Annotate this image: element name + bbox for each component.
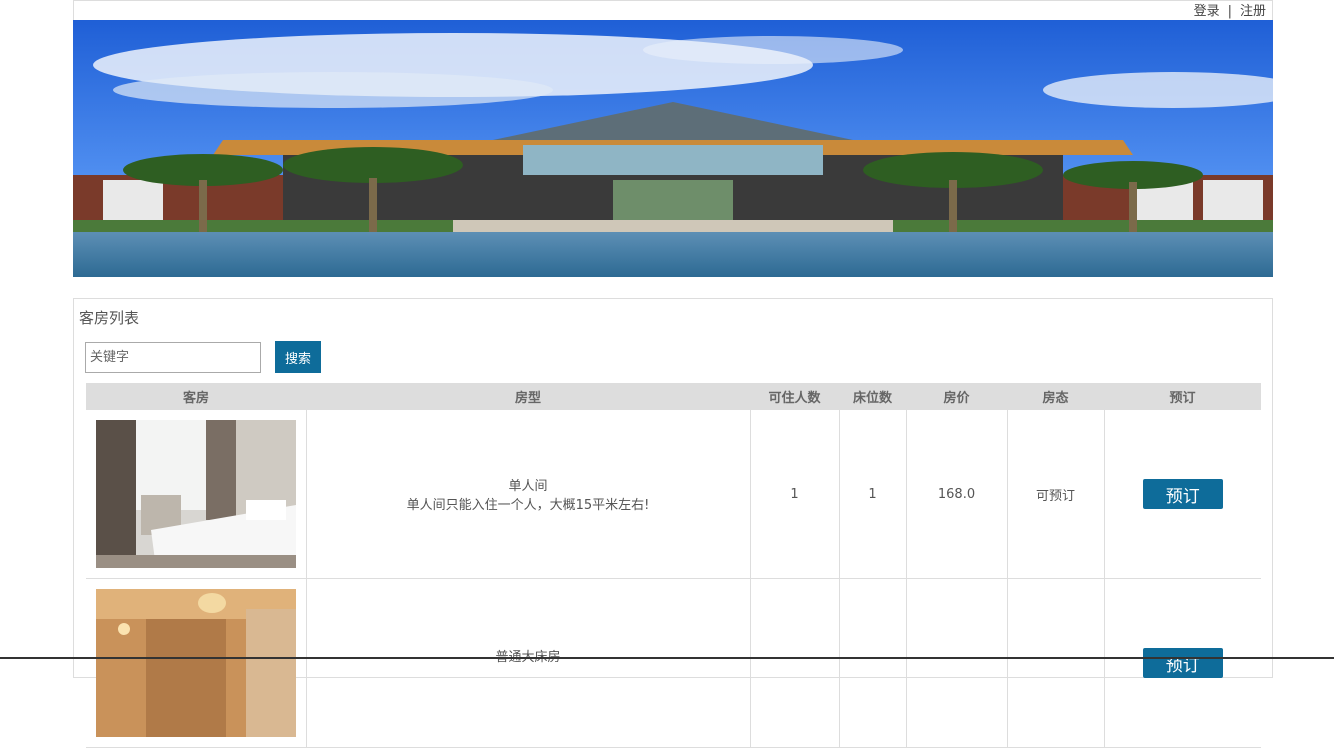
price-cell: 168.0: [905, 410, 1007, 579]
book-button[interactable]: 预订: [1142, 479, 1223, 509]
search-input[interactable]: [85, 342, 261, 373]
room-table: 客房 房型 可住人数 床位数 房价 房态 预订 单人间 单人间只能入住一个人，大…: [86, 383, 1261, 748]
room-image-cell: [86, 410, 306, 579]
search-button[interactable]: 搜索: [275, 341, 321, 373]
header-status: 房态: [1007, 383, 1104, 410]
beds-cell: [838, 578, 906, 748]
capacity-cell: [749, 578, 839, 748]
panel-title: 客房列表: [79, 309, 140, 327]
table-row: 普通大床房 预订: [86, 578, 1261, 748]
room-type-cell: 单人间 单人间只能入住一个人，大概15平米左右!: [305, 410, 750, 579]
header-separator: |: [1227, 4, 1232, 19]
status-cell: 可预订: [1006, 410, 1104, 579]
status-cell: [1006, 578, 1104, 748]
top-bar: 登录 | 注册: [73, 0, 1273, 20]
header-room: 客房: [86, 383, 306, 410]
table-header-row: 客房 房型 可住人数 床位数 房价 房态 预订: [86, 383, 1261, 410]
register-link[interactable]: 注册: [1240, 4, 1266, 19]
header-beds: 床位数: [839, 383, 906, 410]
header-price: 房价: [906, 383, 1007, 410]
capacity-cell: 1: [749, 410, 839, 579]
login-link[interactable]: 登录: [1194, 4, 1220, 19]
single-room-photo: [95, 420, 296, 568]
header-booking: 预订: [1104, 383, 1261, 410]
hotel-banner-image: [73, 20, 1273, 277]
room-type-cell: 普通大床房: [305, 578, 750, 748]
price-cell: [905, 578, 1007, 748]
header-capacity: 可住人数: [750, 383, 839, 410]
booking-cell: 预订: [1103, 410, 1261, 579]
table-row: 单人间 单人间只能入住一个人，大概15平米左右! 1 1 168.0 可预订 预…: [86, 410, 1261, 579]
booking-cell: 预订: [1103, 578, 1261, 748]
book-button[interactable]: 预订: [1142, 648, 1223, 678]
room-list-panel: 客房列表 搜索 客房 房型 可住人数 床位数 房价 房态 预订: [73, 298, 1273, 748]
header-room-type: 房型: [306, 383, 750, 410]
queen-room-photo: [95, 589, 296, 737]
room-type-name: 普通大床房: [307, 646, 750, 665]
room-type-description: 单人间只能入住一个人，大概15平米左右!: [406, 498, 650, 513]
room-image-cell: [86, 578, 306, 748]
room-type-name: 单人间: [508, 479, 548, 494]
beds-cell: 1: [838, 410, 906, 579]
page-wrapper: 登录 | 注册: [73, 0, 1273, 277]
